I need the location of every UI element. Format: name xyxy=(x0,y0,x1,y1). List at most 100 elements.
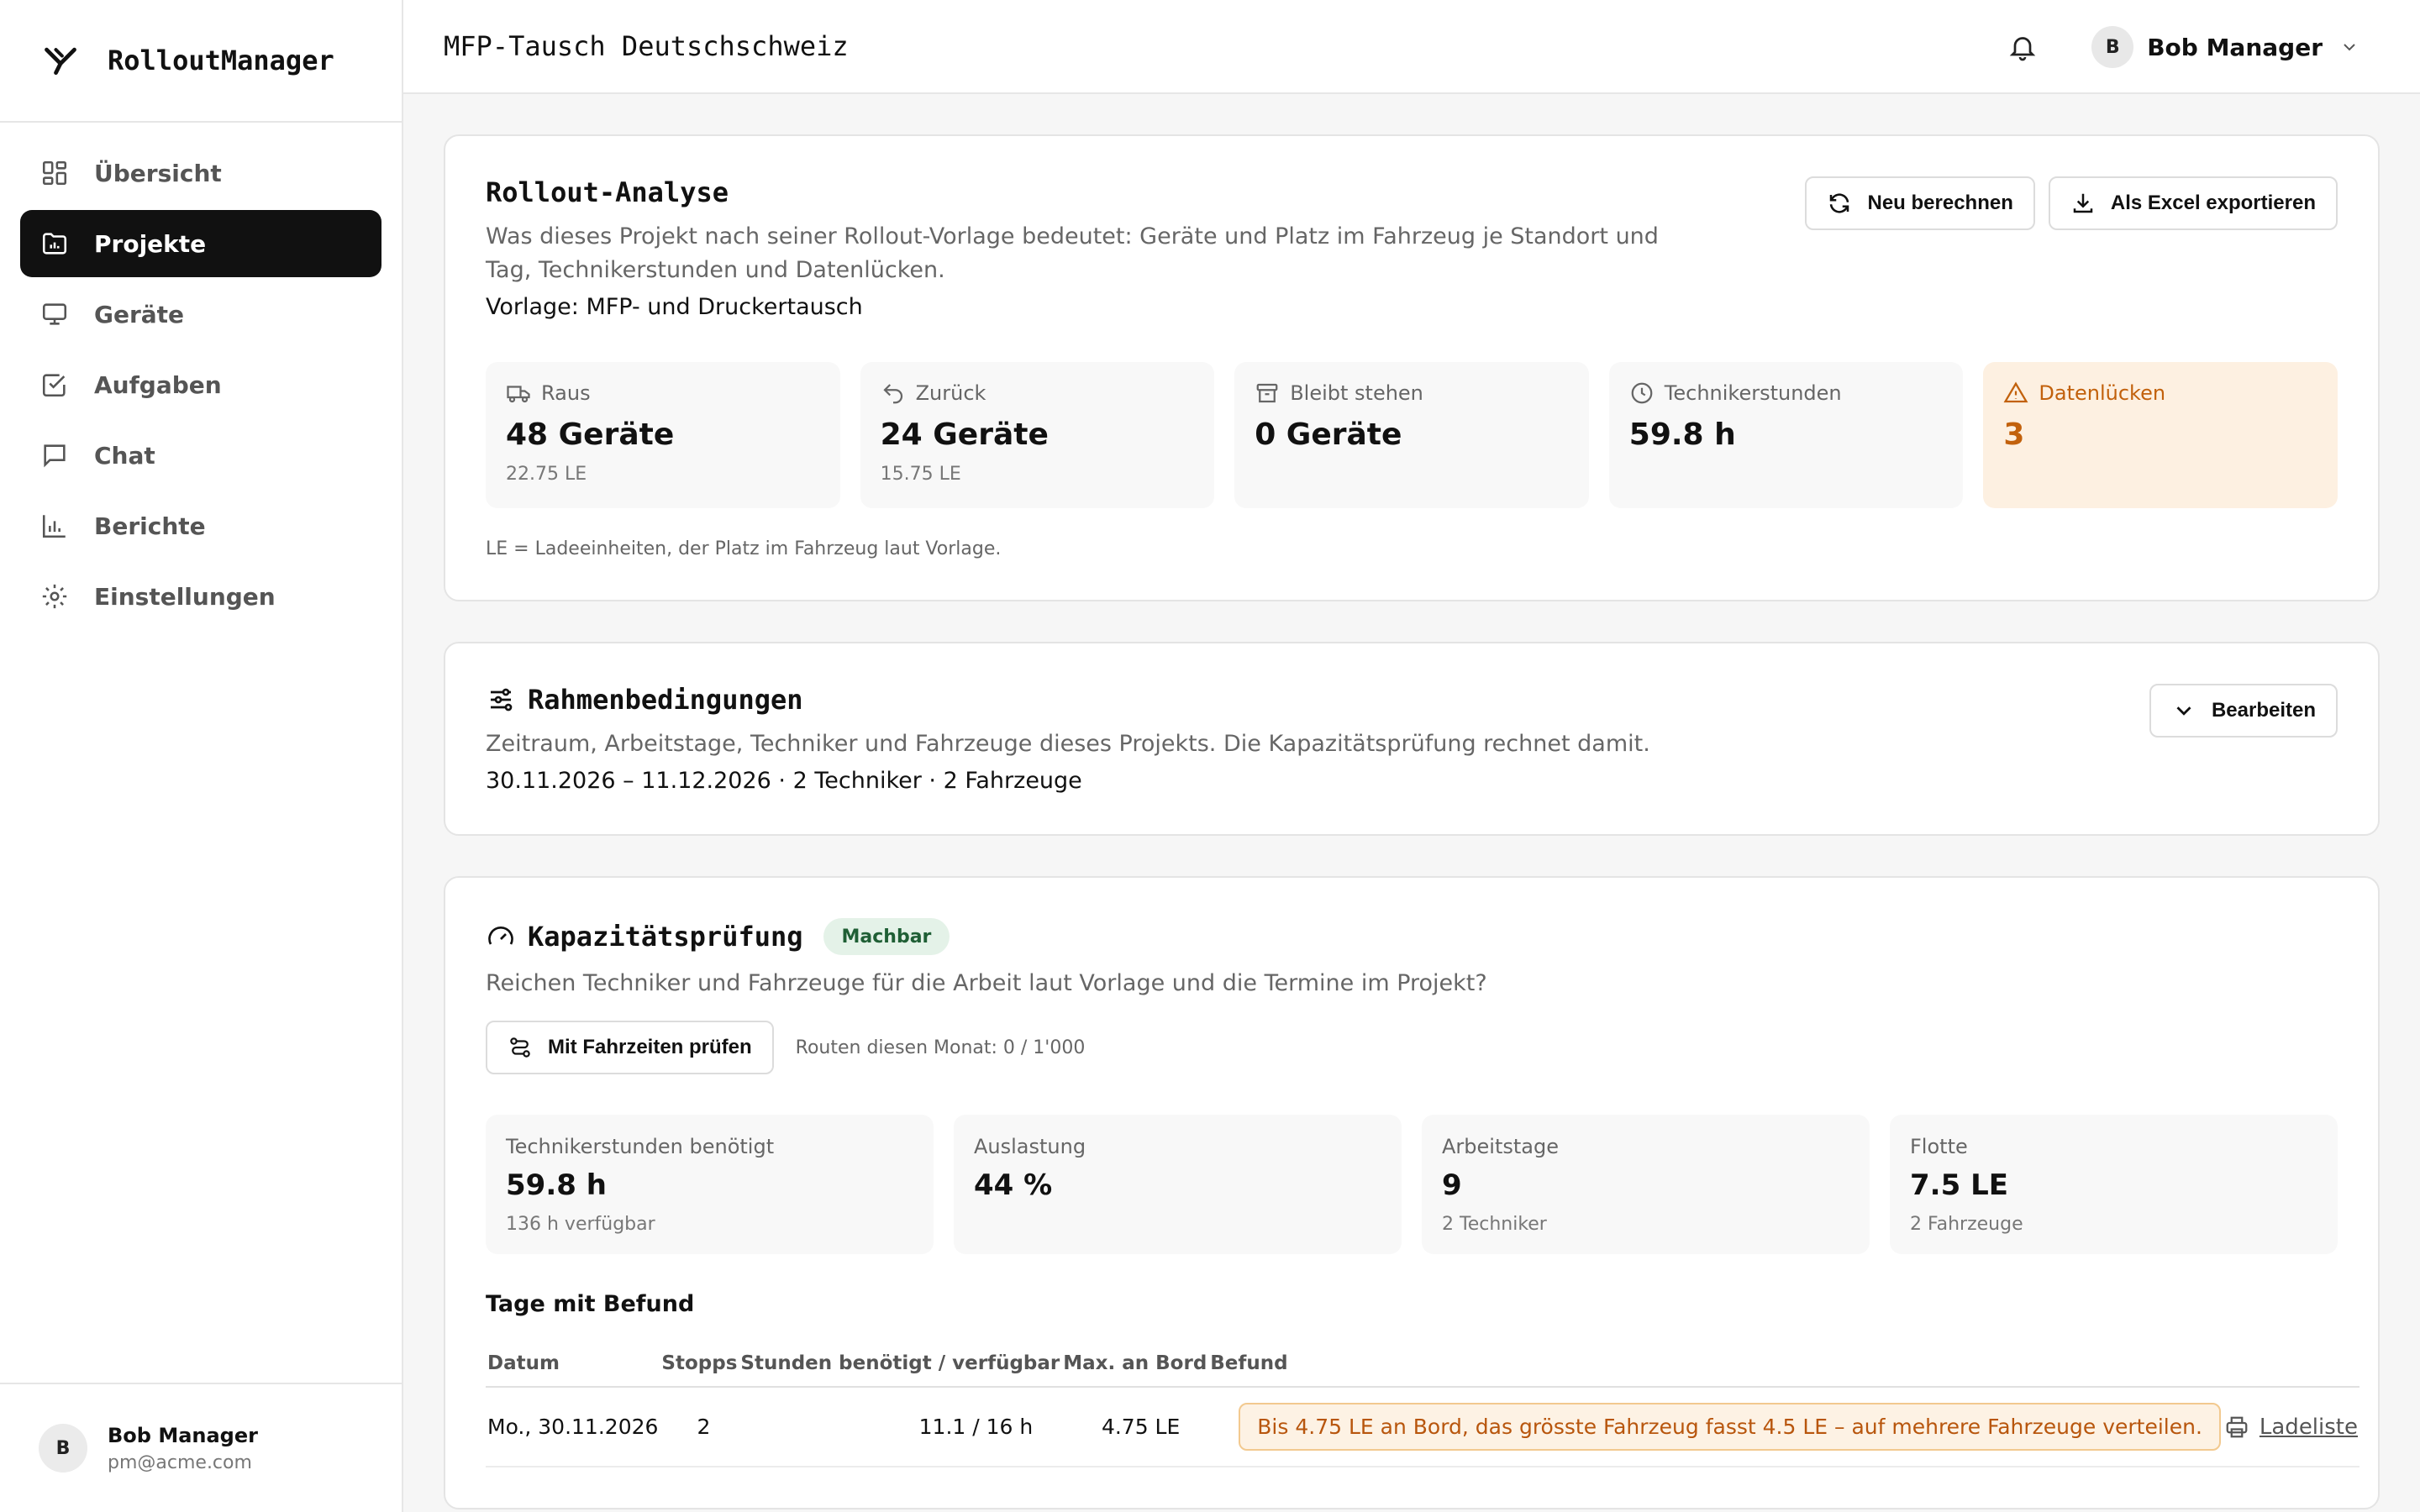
rollout-analysis-card: Rollout-Analyse Was dieses Projekt nach … xyxy=(444,134,2380,601)
col-date: Datum xyxy=(486,1342,660,1388)
user-email: pm@acme.com xyxy=(108,1452,252,1473)
gear-icon xyxy=(42,584,67,609)
truck-icon xyxy=(507,386,530,403)
card-title: Kapazitätsprüfung Machbar xyxy=(486,918,2338,955)
stat-label-text: Raus xyxy=(541,381,591,405)
page-title: MFP-Tausch Deutschschweiz xyxy=(444,30,849,62)
col-action xyxy=(2222,1342,2360,1388)
stat-value: 3 xyxy=(2003,417,2025,452)
stat-value: 0 Geräte xyxy=(1255,417,1402,452)
col-finding: Befund xyxy=(1208,1342,2223,1388)
status-badge: Machbar xyxy=(823,918,950,955)
le-note: LE = Ladeeinheiten, der Platz im Fahrzeu… xyxy=(486,538,1002,559)
sidebar-item-label: Übersicht xyxy=(94,159,222,187)
export-excel-button[interactable]: Als Excel exportieren xyxy=(2048,176,2338,230)
sidebar-item-chat[interactable]: Chat xyxy=(20,422,381,489)
sidebar-user[interactable]: B Bob Manager pm@acme.com xyxy=(0,1383,402,1512)
routes-counter: Routen diesen Monat: 0 / 1'000 xyxy=(795,1037,1086,1058)
capacity-card: Kapazitätsprüfung Machbar Reichen Techni… xyxy=(444,876,2380,1509)
sidebar-item-aufgaben[interactable]: Aufgaben xyxy=(20,351,381,418)
stat-sub: 15.75 LE xyxy=(880,464,961,485)
days-title: Tage mit Befund xyxy=(486,1291,695,1317)
printer-icon xyxy=(2226,1416,2248,1437)
cell-hours: 11.1 / 16 h xyxy=(739,1387,1062,1467)
sidebar-item-label: Chat xyxy=(94,441,155,470)
avatar[interactable]: B xyxy=(2091,26,2134,68)
table-header-row: Datum Stopps Stunden benötigt / verfügba… xyxy=(486,1342,2360,1388)
finding-warning: Bis 4.75 LE an Bord, das grösste Fahrzeu… xyxy=(1239,1403,2221,1451)
recalculate-button[interactable]: Neu berechnen xyxy=(1805,176,2035,230)
card-description: Was dieses Projekt nach seiner Rollout-V… xyxy=(486,223,1659,283)
stat-label: Zurück xyxy=(881,381,1195,406)
button-label: Als Excel exportieren xyxy=(2110,192,2316,214)
header-actions: B Bob Manager xyxy=(2007,0,2360,94)
chevron-down-icon[interactable] xyxy=(2339,37,2360,57)
button-label: Bearbeiten xyxy=(2211,699,2316,722)
sidebar-item-projekte[interactable]: Projekte xyxy=(20,210,381,277)
refresh-icon xyxy=(1830,193,1849,213)
stat-datenluecken: Datenlücken 3 xyxy=(1983,362,2338,508)
stat-label-text: Datenlücken xyxy=(2039,381,2166,405)
loading-list-link[interactable]: Ladeliste xyxy=(2224,1415,2358,1440)
kpi-hours: Technikerstunden benötigt 59.8 h 136 h v… xyxy=(486,1115,934,1254)
sidebar-item-geraete[interactable]: Geräte xyxy=(20,281,381,348)
stat-technikerstunden: Technikerstunden 59.8 h xyxy=(1608,362,1964,508)
stat-raus: Raus 48 Geräte 22.75 LE xyxy=(486,362,840,508)
stat-label: Technikerstunden xyxy=(1629,381,1944,406)
cell-max-on-board: 4.75 LE xyxy=(1061,1387,1209,1467)
folder-chart-icon xyxy=(42,233,67,255)
bar-chart-icon xyxy=(42,515,66,538)
cell-date: Mo., 30.11.2026 xyxy=(486,1387,660,1467)
cell-stops: 2 xyxy=(660,1387,739,1467)
stat-zurueck: Zurück 24 Geräte 15.75 LE xyxy=(860,362,1215,508)
kpi-fleet: Flotte 7.5 LE 2 Fahrzeuge xyxy=(1890,1115,2338,1254)
edit-constraints-button[interactable]: Bearbeiten xyxy=(2149,684,2338,738)
card-actions: Bearbeiten xyxy=(2136,684,2338,738)
card-description: Reichen Techniker und Fahrzeuge für die … xyxy=(486,970,1487,996)
sidebar-item-einstellungen[interactable]: Einstellungen xyxy=(20,563,381,630)
card-title-text: Kapazitätsprüfung xyxy=(528,921,803,953)
sidebar-item-uebersicht[interactable]: Übersicht xyxy=(20,139,381,207)
card-title: Rahmenbedingungen xyxy=(486,684,2338,716)
kpi-utilization: Auslastung 44 % xyxy=(954,1115,1402,1254)
sidebar-item-label: Aufgaben xyxy=(94,370,222,399)
kpi-value: 59.8 h xyxy=(506,1168,607,1202)
sidebar-item-label: Berichte xyxy=(94,512,206,540)
bell-icon[interactable] xyxy=(2007,32,2038,62)
stat-label-text: Bleibt stehen xyxy=(1290,381,1423,405)
brand[interactable]: RolloutManager xyxy=(0,0,402,123)
chevron-down-icon xyxy=(2176,706,2191,716)
stat-label: Raus xyxy=(506,381,820,406)
constraints-summary: 30.11.2026 – 11.12.2026 · 2 Techniker · … xyxy=(486,768,1082,794)
card-title-text: Rahmenbedingungen xyxy=(528,684,803,716)
archive-icon xyxy=(1256,383,1278,403)
main-content: Rollout-Analyse Was dieses Projekt nach … xyxy=(444,134,2380,1512)
table-row: Mo., 30.11.2026 2 11.1 / 16 h 4.75 LE Bi… xyxy=(486,1387,2360,1467)
kpi-label: Arbeitstage xyxy=(1442,1135,1559,1158)
user-name: Bob Manager xyxy=(108,1423,258,1447)
sidebar-nav: Übersicht Projekte Geräte Aufgaben Chat … xyxy=(0,123,402,650)
header-user-name[interactable]: Bob Manager xyxy=(2147,34,2323,61)
clock-icon xyxy=(1631,382,1653,404)
check-travel-times-button[interactable]: Mit Fahrzeiten prüfen xyxy=(486,1021,774,1074)
card-actions: Neu berechnen Als Excel exportieren xyxy=(1791,176,2338,230)
kpi-value: 44 % xyxy=(974,1168,1053,1202)
link-label: Ladeliste xyxy=(2259,1414,2358,1440)
card-description: Zeitraum, Arbeitstage, Techniker und Fah… xyxy=(486,731,1650,757)
template-label: Vorlage: MFP- und Druckertausch xyxy=(486,294,863,320)
undo-icon xyxy=(883,384,902,404)
chat-icon xyxy=(44,444,66,468)
kpi-sub: 2 Techniker xyxy=(1442,1214,1547,1235)
kpi-label: Flotte xyxy=(1910,1135,1968,1158)
col-max-on-board: Max. an Bord xyxy=(1061,1342,1209,1388)
kpi-value: 7.5 LE xyxy=(1910,1168,2008,1202)
sidebar-item-label: Geräte xyxy=(94,300,185,328)
user-info: Bob Manager pm@acme.com xyxy=(108,1424,258,1473)
button-label: Neu berechnen xyxy=(1867,192,2013,214)
cell-finding: Bis 4.75 LE an Bord, das grösste Fahrzeu… xyxy=(1208,1387,2223,1467)
route-icon xyxy=(510,1037,530,1058)
button-label: Mit Fahrzeiten prüfen xyxy=(548,1036,752,1058)
sidebar-item-berichte[interactable]: Berichte xyxy=(20,492,381,559)
stat-value: 48 Geräte xyxy=(506,417,675,452)
kpi-value: 9 xyxy=(1442,1168,1462,1202)
